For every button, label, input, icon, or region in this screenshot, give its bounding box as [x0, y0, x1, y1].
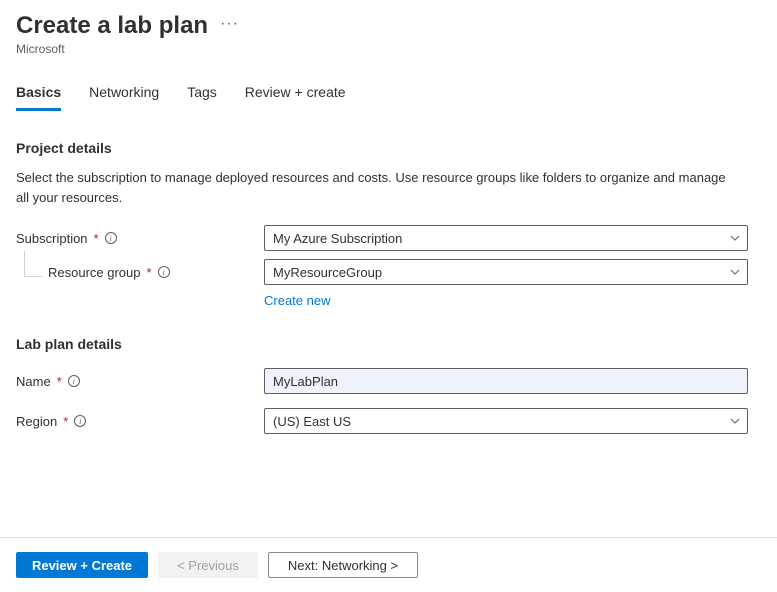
- info-icon[interactable]: i: [105, 232, 117, 244]
- region-select[interactable]: (US) East US: [264, 408, 748, 434]
- next-button[interactable]: Next: Networking >: [268, 552, 418, 578]
- footer-bar: Review + Create < Previous Next: Network…: [0, 537, 777, 592]
- name-input[interactable]: [264, 368, 748, 394]
- name-label: Name * i: [16, 374, 264, 389]
- info-icon[interactable]: i: [74, 415, 86, 427]
- region-label-text: Region: [16, 414, 57, 429]
- region-value: (US) East US: [264, 408, 748, 434]
- subscription-label: Subscription * i: [16, 231, 264, 246]
- resource-group-select[interactable]: MyResourceGroup: [264, 259, 748, 285]
- more-icon[interactable]: ···: [220, 16, 239, 36]
- page-subtitle: Microsoft: [16, 42, 753, 56]
- resource-group-value: MyResourceGroup: [264, 259, 748, 285]
- subscription-value: My Azure Subscription: [264, 225, 748, 251]
- required-asterisk: *: [147, 265, 152, 280]
- create-new-link[interactable]: Create new: [264, 293, 330, 308]
- tab-tags[interactable]: Tags: [187, 84, 217, 111]
- info-icon[interactable]: i: [68, 375, 80, 387]
- resource-group-label: Resource group * i: [16, 265, 264, 280]
- page-title: Create a lab plan: [16, 12, 208, 40]
- subscription-label-text: Subscription: [16, 231, 88, 246]
- previous-button: < Previous: [158, 552, 258, 578]
- tab-review-create[interactable]: Review + create: [245, 84, 346, 111]
- review-create-button[interactable]: Review + Create: [16, 552, 148, 578]
- project-details-heading: Project details: [16, 140, 753, 156]
- info-icon[interactable]: i: [158, 266, 170, 278]
- lab-plan-details-heading: Lab plan details: [16, 336, 753, 352]
- hierarchy-line: [24, 251, 42, 277]
- tab-networking[interactable]: Networking: [89, 84, 159, 111]
- project-details-description: Select the subscription to manage deploy…: [16, 168, 736, 207]
- subscription-select[interactable]: My Azure Subscription: [264, 225, 748, 251]
- tab-basics[interactable]: Basics: [16, 84, 61, 111]
- required-asterisk: *: [94, 231, 99, 246]
- required-asterisk: *: [63, 414, 68, 429]
- name-label-text: Name: [16, 374, 51, 389]
- resource-group-label-text: Resource group: [48, 265, 141, 280]
- required-asterisk: *: [57, 374, 62, 389]
- tab-bar: Basics Networking Tags Review + create: [16, 84, 753, 112]
- region-label: Region * i: [16, 414, 264, 429]
